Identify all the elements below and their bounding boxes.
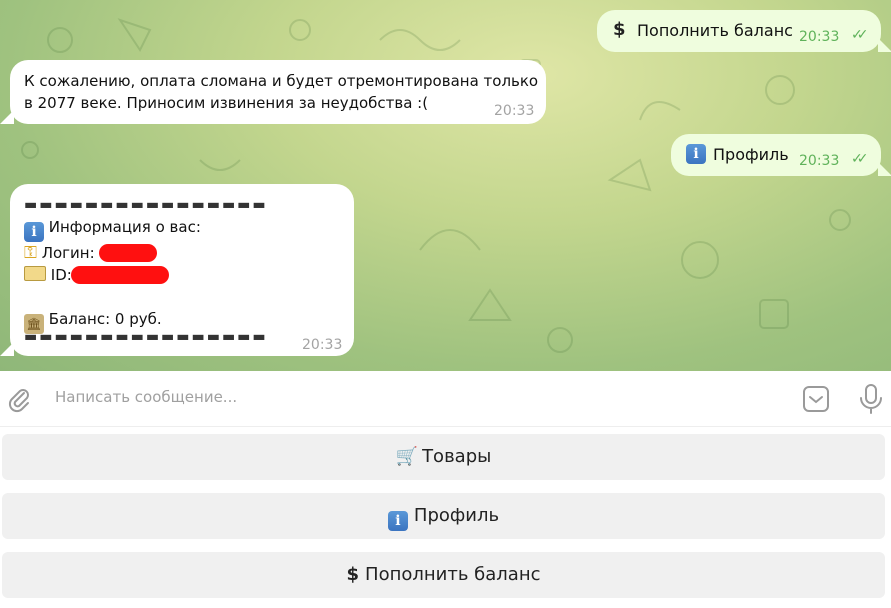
message-time: 20:33 — [302, 337, 343, 353]
login-redaction — [99, 244, 158, 262]
profile-title-row: i Информация о вас: — [24, 216, 201, 242]
message-composer: Написать сообщение... — [0, 371, 891, 427]
bot-keyboard: 🛒 Товары i Профиль $ Пополнить баланс — [0, 427, 891, 608]
microphone-icon[interactable] — [858, 383, 884, 419]
message-input[interactable]: Написать сообщение... — [55, 388, 237, 406]
double-check-icon: ✓✓ — [851, 27, 869, 43]
cart-icon: 🛒 — [395, 446, 419, 467]
sticker-icon[interactable] — [802, 385, 830, 417]
profile-title: Информация о вас: — [48, 218, 201, 236]
outgoing-message-profile: i Профиль 20:33 ✓✓ — [671, 134, 881, 176]
button-label: Профиль — [413, 505, 500, 526]
info-icon: i — [387, 511, 408, 531]
id-label: ID: — [50, 266, 72, 284]
button-label: Пополнить баланс — [365, 564, 541, 585]
id-redaction — [70, 266, 169, 284]
key-icon: ⚿ — [24, 243, 37, 263]
message-time: 20:33 — [799, 29, 840, 45]
keyboard-button-products[interactable]: 🛒 Товары — [2, 434, 885, 480]
login-row: ⚿ Логин: — [24, 242, 201, 264]
button-label: Товары — [422, 446, 492, 467]
id-row: ID: — [24, 264, 201, 286]
message-text: Профиль — [713, 145, 789, 164]
message-line: в 2077 веке. Приносим извинения за неудо… — [24, 94, 429, 112]
incoming-message-profile-info: ▬▬▬▬▬▬▬▬▬▬▬▬▬▬▬▬ i Информация о вас: ⚿ Л… — [10, 184, 354, 356]
keyboard-button-topup[interactable]: $ Пополнить баланс — [2, 552, 885, 598]
divider-bottom: ▬▬▬▬▬▬▬▬▬▬▬▬▬▬▬▬ — [24, 329, 268, 345]
message-line: К сожалению, оплата сломана и будет отре… — [24, 72, 539, 90]
chat-area: $ Пополнить баланс 20:33 ✓✓ К сожалению,… — [0, 0, 891, 371]
card-icon — [24, 266, 46, 281]
incoming-message-payment-error: К сожалению, оплата сломана и будет отре… — [10, 60, 546, 124]
info-icon: i — [24, 222, 44, 242]
outgoing-message-topup: $ Пополнить баланс 20:33 ✓✓ — [597, 10, 881, 52]
paperclip-icon[interactable] — [6, 385, 32, 417]
message-time: 20:33 — [494, 103, 535, 119]
dollar-icon: $ — [613, 19, 626, 40]
message-text: Пополнить баланс — [637, 21, 793, 40]
double-check-icon: ✓✓ — [851, 151, 869, 167]
divider-top: ▬▬▬▬▬▬▬▬▬▬▬▬▬▬▬▬ — [24, 197, 268, 213]
login-label: Логин: — [41, 244, 95, 262]
info-icon: i — [686, 144, 706, 164]
keyboard-button-profile[interactable]: i Профиль — [2, 493, 885, 539]
dollar-icon: $ — [346, 564, 360, 585]
message-time: 20:33 — [799, 153, 840, 169]
